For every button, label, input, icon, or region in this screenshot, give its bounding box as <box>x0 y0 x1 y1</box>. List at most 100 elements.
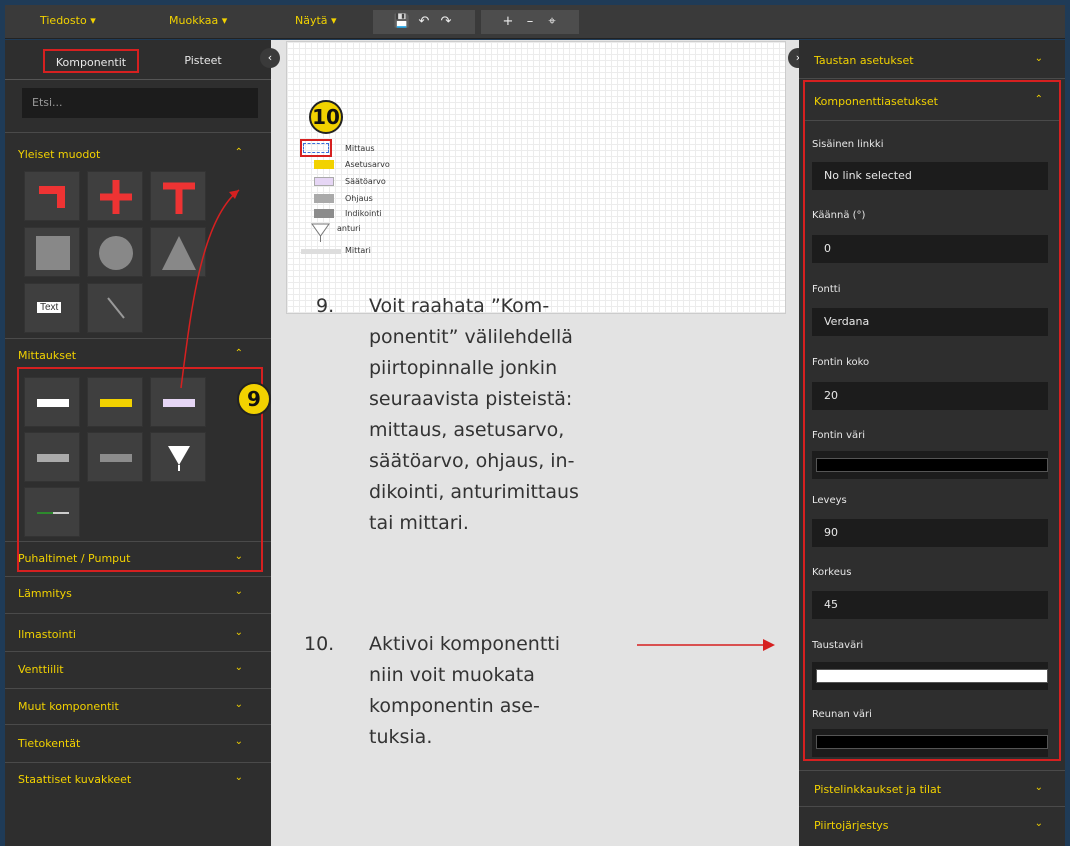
drag-arrow <box>180 189 240 389</box>
drawing-surface[interactable]: Mittaus Asetusarvo Säätöarvo Ohjaus Indi… <box>286 41 786 314</box>
section-label: Komponenttiasetukset <box>814 95 938 108</box>
divider <box>805 120 1059 121</box>
border-color-swatch[interactable] <box>816 735 1048 749</box>
chevron-down-icon: ⌄ <box>234 772 243 783</box>
chevron-down-icon: ⌄ <box>1034 782 1043 793</box>
divider <box>5 688 271 689</box>
pointer-arrow <box>637 639 775 651</box>
section-static-icons[interactable]: Staattiset kuvakkeet ⌄ <box>5 763 271 797</box>
divider <box>799 770 1065 771</box>
legend-label: Mittaus <box>345 144 375 153</box>
section-point-links[interactable]: Pistelinkkaukset ja tilat ⌄ <box>799 772 1065 806</box>
section-ventilation[interactable]: Ilmastointi ⌄ <box>5 618 271 652</box>
instruction-line: ponentit” välilehdellä <box>369 326 573 348</box>
font-select[interactable]: Verdana <box>812 308 1048 336</box>
app-window: Tiedosto Muokkaa Näytä 💾↶↷ +–⌖ Komponent… <box>0 0 1070 846</box>
setpoint-swatch <box>314 160 334 169</box>
instruction-line: piirtopinnalle jonkin <box>369 357 558 379</box>
text-tile-label: Text <box>37 302 62 313</box>
width-label: Leveys <box>812 495 847 506</box>
divider <box>799 78 1065 79</box>
instruction-line: Aktivoi komponentti <box>369 633 561 655</box>
line-icon <box>107 297 125 319</box>
save-icon[interactable]: 💾 <box>391 10 413 34</box>
divider <box>5 651 271 652</box>
collapse-left-button[interactable]: ‹ <box>260 48 280 68</box>
instruction-line: komponentin ase- <box>369 695 540 717</box>
elbow-pipe-icon <box>39 186 65 208</box>
section-label: Pistelinkkaukset ja tilat <box>814 783 942 796</box>
instruction-line: mittaus, asetusarvo, <box>369 419 565 441</box>
cross-pipe-icon <box>100 180 132 214</box>
width-field[interactable]: 90 <box>812 519 1048 547</box>
chevron-left-icon: ‹ <box>267 51 273 64</box>
divider <box>5 132 271 133</box>
shape-line-tile[interactable] <box>87 283 143 333</box>
shape-text-tile[interactable]: Text <box>24 283 80 333</box>
section-label: Lämmitys <box>18 587 72 600</box>
left-panel: Komponentit Pisteet Etsi... Yleiset muod… <box>5 40 271 846</box>
height-label: Korkeus <box>812 567 852 578</box>
shape-circle-tile[interactable] <box>87 227 143 277</box>
chevron-down-icon: ⌄ <box>234 586 243 597</box>
font-size-field[interactable]: 20 <box>812 382 1048 410</box>
zoom-in-icon[interactable]: + <box>497 10 519 34</box>
internal-link-select[interactable]: No link selected <box>812 162 1048 190</box>
height-field[interactable]: 45 <box>812 591 1048 619</box>
section-background-settings[interactable]: Taustan asetukset ⌄ <box>799 43 1065 77</box>
instruction-line: dikointi, anturimittaus <box>369 481 579 503</box>
section-valves[interactable]: Venttiilit ⌄ <box>5 653 271 687</box>
menu-view[interactable]: Näytä <box>295 14 337 27</box>
section-draw-order[interactable]: Piirtojärjestys ⌄ <box>799 808 1065 842</box>
chevron-down-icon: ⌄ <box>234 736 243 747</box>
bg-color-swatch[interactable] <box>816 669 1048 683</box>
section-data-fields[interactable]: Tietokentät ⌄ <box>5 727 271 761</box>
tab-components[interactable]: Komponentit <box>43 49 139 73</box>
shape-square-tile[interactable] <box>24 227 80 277</box>
chevron-down-icon: ⌄ <box>1034 53 1043 64</box>
section-label: Taustan asetukset <box>814 54 914 67</box>
step-10-text: Aktivoi komponentti niin voit muokata ko… <box>369 629 560 753</box>
legend-label: anturi <box>337 224 361 233</box>
divider <box>799 806 1065 807</box>
section-label: Staattiset kuvakkeet <box>18 773 132 786</box>
tab-points[interactable]: Pisteet <box>163 49 243 73</box>
instruction-line: seuraavista pisteistä: <box>369 388 573 410</box>
legend-label: Mittari <box>345 246 371 255</box>
section-label: Venttiilit <box>18 663 64 676</box>
legend-label: Ohjaus <box>345 194 373 203</box>
instruction-line: tuksia. <box>369 726 433 748</box>
section-label: Tietokentät <box>18 737 81 750</box>
section-component-settings[interactable]: Komponenttiasetukset ⌃ <box>799 84 1065 118</box>
section-label: Piirtojärjestys <box>814 819 889 832</box>
section-heating[interactable]: Lämmitys ⌄ <box>5 577 271 611</box>
undo-icon[interactable]: ↶ <box>413 10 435 34</box>
annotation-box-selected <box>300 139 332 157</box>
chevron-down-icon: ⌄ <box>1034 818 1043 829</box>
step-10-badge: 10 <box>309 100 343 134</box>
search-input[interactable]: Etsi... <box>22 88 258 118</box>
zoom-out-icon[interactable]: – <box>519 10 541 34</box>
section-label: Yleiset muodot <box>18 148 101 161</box>
chevron-up-icon: ⌃ <box>234 147 243 158</box>
redo-icon[interactable]: ↷ <box>435 10 457 34</box>
menu-file[interactable]: Tiedosto <box>40 14 96 27</box>
menu-edit[interactable]: Muokkaa <box>169 14 227 27</box>
step-9-number: 9. <box>316 295 335 317</box>
control-value-swatch <box>314 177 334 186</box>
top-menu-bar: Tiedosto Muokkaa Näytä 💾↶↷ +–⌖ <box>5 5 1065 39</box>
section-label: Muut komponentit <box>18 700 119 713</box>
instruction-line: säätöarvo, ohjaus, in- <box>369 450 575 472</box>
section-general-shapes[interactable]: Yleiset muodot ⌃ <box>5 138 271 172</box>
fit-icon[interactable]: ⌖ <box>541 10 563 34</box>
instruction-line: Voit raahata ”Kom- <box>369 295 550 317</box>
shape-elbow-tile[interactable] <box>24 171 80 221</box>
chevron-down-icon: ⌄ <box>234 699 243 710</box>
font-color-swatch[interactable] <box>816 458 1048 472</box>
zoom-toolbar: + – ⌖ <box>481 10 579 34</box>
chevron-down-icon: ⌄ <box>234 662 243 673</box>
shape-cross-tile[interactable] <box>87 171 143 221</box>
section-other-components[interactable]: Muut komponentit ⌄ <box>5 690 271 724</box>
rotate-field[interactable]: 0 <box>812 235 1048 263</box>
font-label: Fontti <box>812 284 841 295</box>
